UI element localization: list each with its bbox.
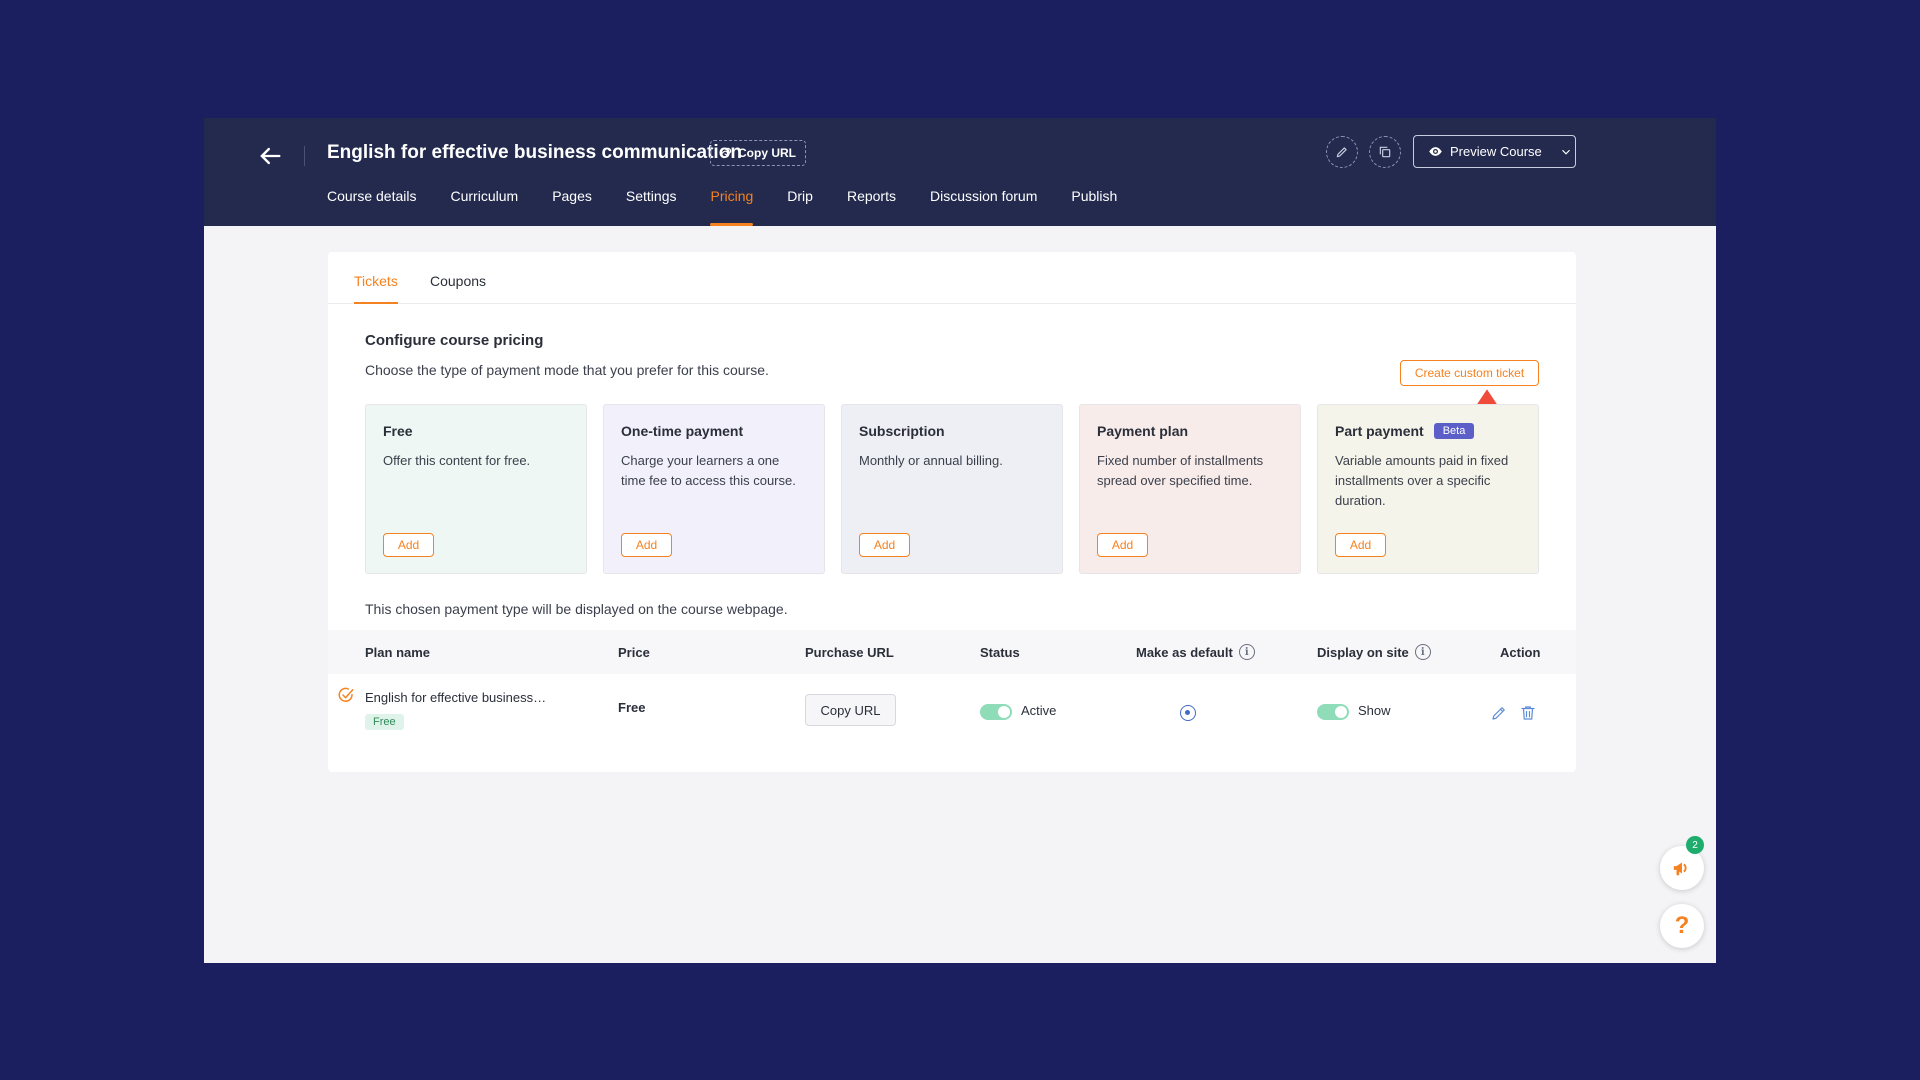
add-payment-plan-button[interactable]: Add: [1097, 533, 1148, 557]
col-price: Price: [618, 645, 650, 660]
payment-type-payment-plan: Payment plan Fixed number of installment…: [1079, 404, 1301, 574]
tab-tickets[interactable]: Tickets: [354, 273, 398, 304]
course-title: English for effective business communica…: [327, 142, 742, 163]
pricing-subtabs: Tickets Coupons: [328, 252, 1576, 304]
add-subscription-button[interactable]: Add: [859, 533, 910, 557]
back-button[interactable]: [256, 140, 288, 172]
add-one-time-button[interactable]: Add: [621, 533, 672, 557]
tickets-table-header: Plan name Price Purchase URL Status Make…: [328, 630, 1576, 674]
create-custom-ticket-button[interactable]: Create custom ticket: [1400, 360, 1539, 386]
status-label: Active: [1021, 703, 1057, 718]
payment-type-name: Part payment Beta: [1335, 423, 1521, 439]
eye-icon: [1429, 147, 1442, 156]
payment-type-desc: Charge your learners a one time fee to a…: [621, 453, 796, 488]
tab-coupons[interactable]: Coupons: [430, 273, 486, 304]
header-divider: [304, 146, 305, 166]
display-on-site-label: Show: [1358, 703, 1391, 718]
col-display-on-site-label: Display on site: [1317, 644, 1409, 660]
payment-type-name: One-time payment: [621, 423, 744, 439]
nav-curriculum[interactable]: Curriculum: [451, 188, 519, 226]
info-icon[interactable]: i: [1414, 644, 1431, 660]
plan-name[interactable]: English for effective business…: [365, 690, 546, 705]
payment-type-desc: Variable amounts paid in fixed installme…: [1335, 453, 1509, 508]
edit-ticket-icon[interactable]: [1490, 704, 1508, 722]
arrow-left-icon: [260, 147, 281, 165]
payment-type-desc: Offer this content for free.: [383, 453, 531, 468]
col-status: Status: [980, 645, 1020, 660]
app-window: English for effective business communica…: [204, 118, 1716, 963]
payment-type-name: Payment plan: [1097, 423, 1189, 439]
payment-type-subscription: Subscription Monthly or annual billing. …: [841, 404, 1063, 574]
free-badge: Free: [365, 714, 404, 730]
payment-type-name-text: Part payment: [1335, 423, 1424, 439]
chosen-payment-note: This chosen payment type will be display…: [365, 601, 788, 617]
plan-price: Free: [618, 700, 646, 715]
link-icon: [720, 147, 732, 159]
notification-count-badge: 2: [1686, 836, 1704, 854]
info-icon[interactable]: i: [1238, 644, 1255, 660]
pencil-icon: [1336, 147, 1347, 158]
copy-url-button[interactable]: Copy URL: [710, 140, 806, 166]
chevron-down-icon: [1561, 149, 1570, 155]
payment-type-desc: Monthly or annual billing.: [859, 453, 1003, 468]
pricing-card: Tickets Coupons Configure course pricing…: [328, 252, 1576, 772]
duplicate-course-button[interactable]: [1369, 136, 1401, 168]
payment-type-part-payment: Part payment Beta Variable amounts paid …: [1317, 404, 1539, 574]
nav-reports[interactable]: Reports: [847, 188, 896, 226]
configure-pricing-subtitle: Choose the type of payment mode that you…: [365, 362, 769, 378]
help-button[interactable]: ?: [1660, 904, 1704, 948]
nav-drip[interactable]: Drip: [787, 188, 813, 226]
col-plan-name: Plan name: [365, 645, 431, 660]
beta-badge: Beta: [1433, 423, 1475, 439]
nav-pages[interactable]: Pages: [552, 188, 592, 226]
megaphone-icon: [1673, 862, 1687, 876]
delete-ticket-icon[interactable]: [1519, 704, 1537, 722]
copy-purchase-url-button[interactable]: Copy URL: [805, 694, 896, 726]
copy-url-label: Copy URL: [738, 146, 796, 160]
edit-course-button[interactable]: [1326, 136, 1358, 168]
col-make-default: Make as default i: [1136, 644, 1255, 660]
nav-pricing[interactable]: Pricing: [710, 188, 753, 226]
make-default-radio[interactable]: [1180, 705, 1196, 721]
col-purchase-url: Purchase URL: [805, 645, 894, 660]
add-free-button[interactable]: Add: [383, 533, 434, 557]
payment-type-name: Subscription: [859, 423, 945, 439]
col-action: Action: [1500, 645, 1541, 660]
check-circle-icon: [338, 687, 354, 702]
help-icon: ?: [1674, 912, 1690, 939]
payment-type-name: Free: [383, 423, 413, 439]
payment-type-one-time: One-time payment Charge your learners a …: [603, 404, 825, 574]
configure-pricing-title: Configure course pricing: [365, 332, 544, 349]
payment-type-free: Free Offer this content for free. Add: [365, 404, 587, 574]
nav-discussion-forum[interactable]: Discussion forum: [930, 188, 1037, 226]
table-row: English for effective business… Free Fre…: [328, 674, 1576, 744]
preview-course-label: Preview Course: [1450, 144, 1542, 159]
col-display-on-site: Display on site i: [1317, 644, 1431, 660]
payment-type-desc: Fixed number of installments spread over…: [1097, 453, 1264, 488]
duplicate-icon: [1379, 146, 1391, 158]
col-make-default-label: Make as default: [1136, 644, 1233, 660]
nav-publish[interactable]: Publish: [1071, 188, 1117, 226]
add-part-payment-button[interactable]: Add: [1335, 533, 1386, 557]
preview-course-button[interactable]: Preview Course: [1413, 135, 1576, 168]
course-nav: Course details Curriculum Pages Settings…: [327, 188, 1151, 226]
display-on-site-toggle[interactable]: [1317, 704, 1349, 720]
nav-settings[interactable]: Settings: [626, 188, 677, 226]
nav-course-details[interactable]: Course details: [327, 188, 417, 226]
course-header: English for effective business communica…: [204, 118, 1716, 226]
status-toggle[interactable]: [980, 704, 1012, 720]
